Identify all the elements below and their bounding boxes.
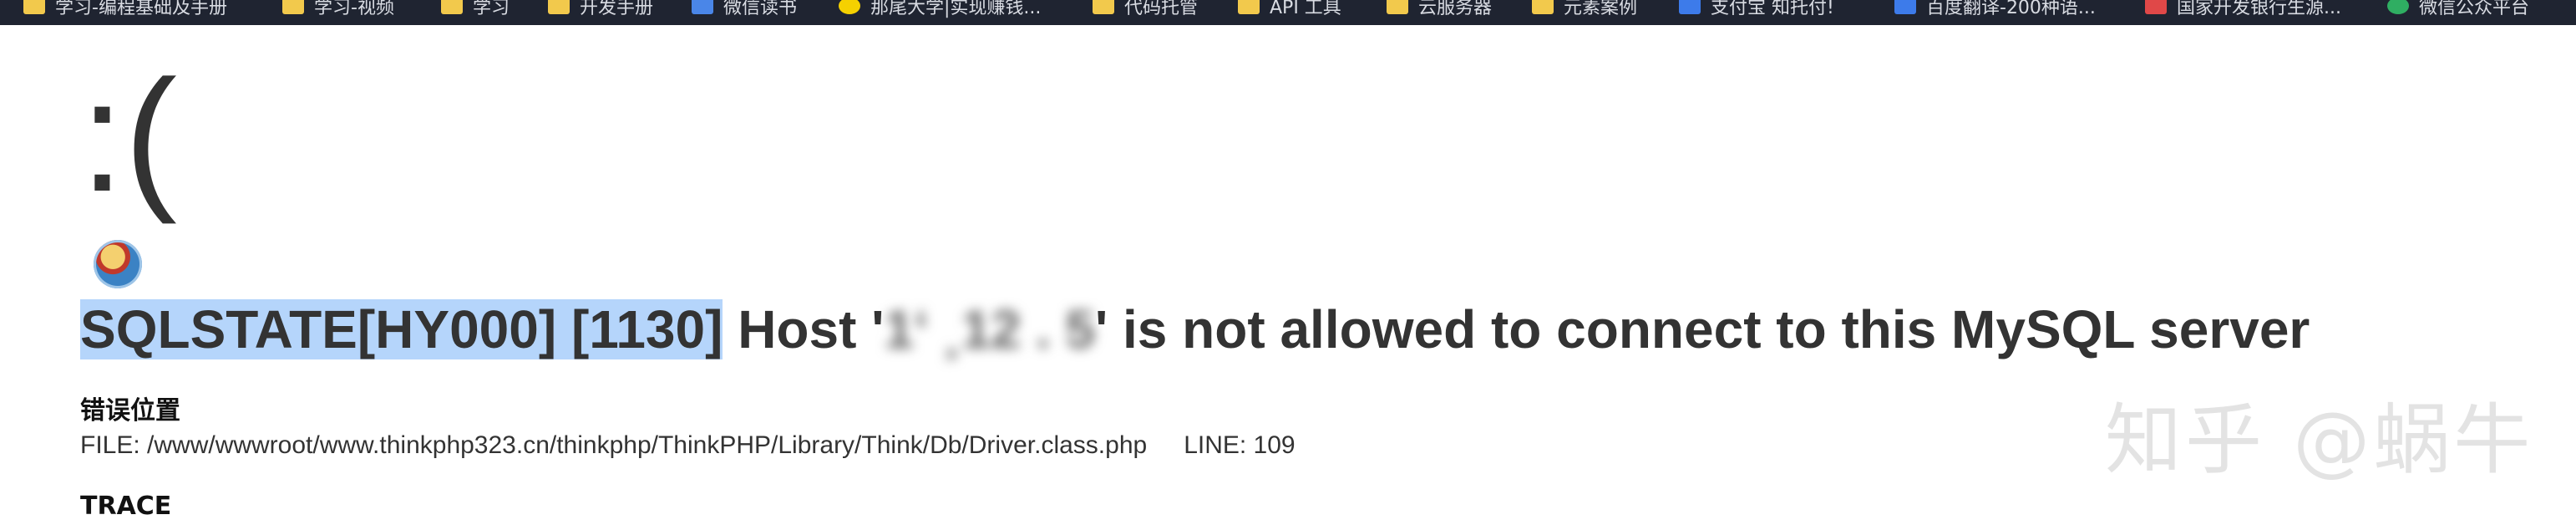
translate-icon	[1894, 0, 1916, 14]
bookmark-label: 云服务器	[1418, 0, 1493, 18]
error-location: FILE: /www/wwwroot/www.thinkphp323.cn/th…	[80, 431, 1296, 460]
folder-icon	[1238, 0, 1260, 14]
bookmark-label: 学习	[473, 0, 510, 18]
bookmark-label: 代码托管	[1124, 0, 1199, 18]
selected-text-highlight[interactable]: SQLSTATE[HY000] [1130]	[80, 299, 723, 359]
trace-title: TRACE	[80, 492, 172, 521]
redacted-host: 1‘ ¸12 . 5	[884, 299, 1095, 359]
wechat-icon	[2387, 0, 2409, 14]
bookmark-item[interactable]: API 工具	[1238, 0, 1341, 18]
bank-icon	[2145, 0, 2167, 14]
bookmark-item[interactable]: 元素案例	[1532, 0, 1637, 18]
bookmark-label: 微信读书	[723, 0, 798, 18]
bookmarks-bar: 学习-编程基础及手册 学习-视频 学习 开发手册 微信读书 那尾大学|实现赚钱.…	[0, 0, 2576, 25]
bookmark-label: API 工具	[1270, 0, 1341, 18]
error-message-suffix: ' is not allowed to connect to this MySQ…	[1095, 299, 2310, 359]
watermark: 知乎 @蜗牛	[2105, 395, 2534, 485]
bookmark-item[interactable]: 百度翻译-200种语...	[1894, 0, 2096, 18]
bookmark-item[interactable]: 开发手册	[548, 0, 653, 18]
error-file-path: FILE: /www/wwwroot/www.thinkphp323.cn/th…	[80, 431, 1148, 459]
bookmark-label: 开发手册	[580, 0, 654, 18]
bookmark-label: 支付宝 知托付!	[1711, 0, 1834, 18]
error-location-title: 错误位置	[80, 396, 180, 426]
error-line-number: LINE: 109	[1184, 431, 1296, 459]
bookmark-item[interactable]: 学习	[441, 0, 510, 18]
alipay-icon	[1679, 0, 1701, 14]
bookmark-item[interactable]: 学习-编程基础及手册	[23, 0, 227, 18]
error-message: SQLSTATE[HY000] [1130] Host '1‘ ¸12 . 5'…	[80, 294, 2310, 364]
sad-face-emoticon: :(	[80, 48, 178, 225]
bookmark-item[interactable]: 学习-视频	[282, 0, 394, 18]
smiley-icon	[839, 0, 860, 14]
bookmark-item[interactable]: 那尾大学|实现赚钱...	[839, 0, 1041, 18]
bookmark-label: 微信公众平台	[2419, 0, 2530, 18]
bookmark-label: 元素案例	[1564, 0, 1638, 18]
bookmark-item[interactable]: 支付宝 知托付!	[1679, 0, 1834, 18]
bookmark-item[interactable]: 微信读书	[692, 0, 797, 18]
folder-icon	[441, 0, 463, 14]
bookmark-label: 学习-编程基础及手册	[55, 0, 227, 18]
bookmark-label: 国家开发银行生源...	[2177, 0, 2341, 18]
floating-app-icon[interactable]	[94, 240, 142, 288]
folder-icon	[282, 0, 304, 14]
folder-icon	[1532, 0, 1554, 14]
bookmark-item[interactable]: 云服务器	[1387, 0, 1492, 18]
weread-icon	[692, 0, 713, 14]
bookmark-label: 百度翻译-200种语...	[1926, 0, 2096, 18]
folder-icon	[23, 0, 45, 14]
bookmark-item[interactable]: 代码托管	[1093, 0, 1198, 18]
folder-icon	[548, 0, 570, 14]
bookmark-label: 那尾大学|实现赚钱...	[870, 0, 1042, 18]
bookmark-item[interactable]: 国家开发银行生源...	[2145, 0, 2341, 18]
bookmark-item[interactable]: 微信公众平台	[2387, 0, 2529, 18]
error-message-host-prefix: Host '	[723, 299, 885, 359]
folder-icon	[1387, 0, 1408, 14]
folder-icon	[1093, 0, 1114, 14]
bookmark-label: 学习-视频	[314, 0, 394, 18]
